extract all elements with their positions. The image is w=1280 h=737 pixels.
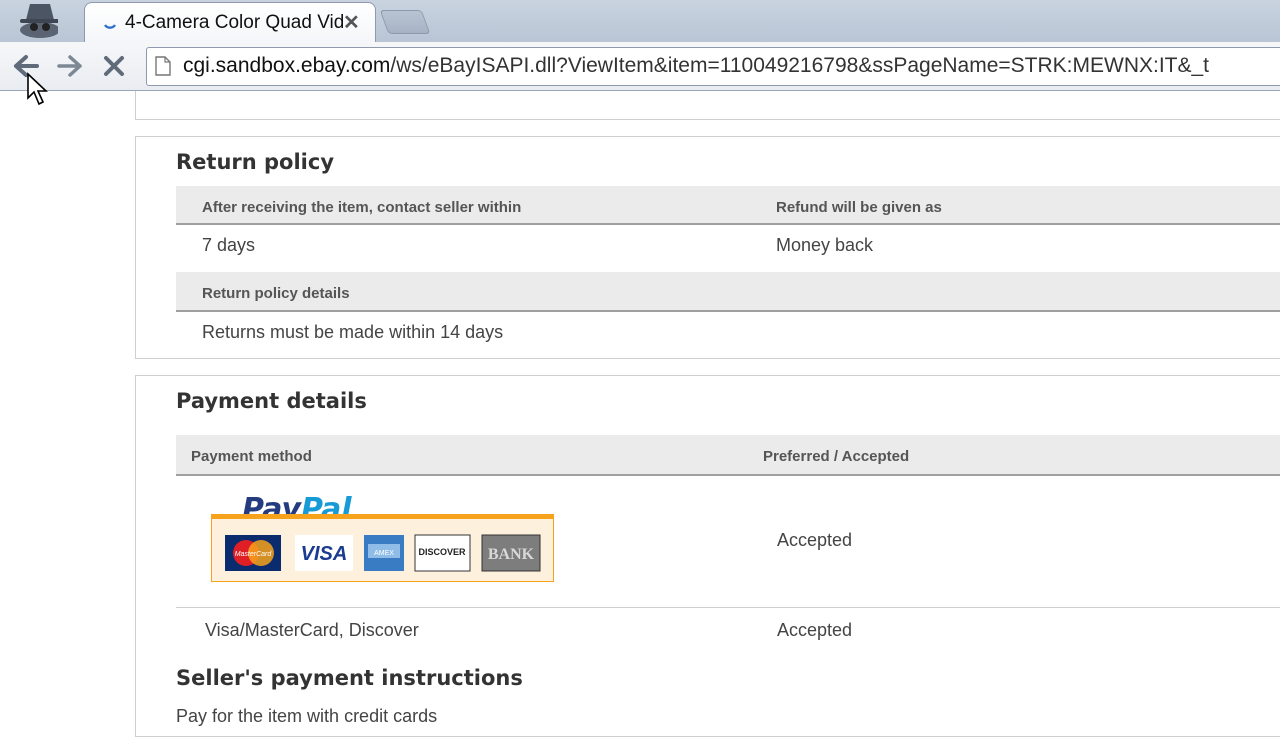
refund-as-header: Refund will be given as [776, 199, 942, 216]
browser-toolbar: cgi.sandbox.ebay.com/ws/eBayISAPI.dll?Vi… [0, 42, 1280, 91]
paypal-status: Accepted [777, 530, 853, 550]
svg-text:VISA: VISA [301, 543, 348, 565]
return-policy-header-row: After receiving the item, contact seller… [176, 186, 1280, 225]
forward-arrow-icon [57, 55, 82, 77]
return-details-header-row: Return policy details [176, 272, 1280, 312]
contact-within-header: After receiving the item, contact seller… [202, 199, 522, 216]
return-details-value: Returns must be made within 14 days [202, 322, 504, 342]
tab-strip: 4-Camera Color Quad Vid ✕ [0, 0, 1280, 43]
tab-close-icon[interactable]: ✕ [343, 10, 360, 35]
preferred-accepted-header: Preferred / Accepted [763, 448, 910, 465]
loading-spinner-icon [103, 15, 117, 29]
discover-icon: DISCOVER [414, 534, 471, 572]
mouse-cursor-icon [26, 72, 49, 110]
cards-method: Visa/MasterCard, Discover [205, 620, 419, 640]
return-policy-section: Return policy After receiving the item, … [135, 136, 1280, 359]
return-details-header: Return policy details [202, 285, 350, 302]
svg-text:AMEX: AMEX [374, 550, 394, 557]
tab-title: 4-Camera Color Quad Vid [125, 12, 343, 33]
svg-text:MasterCard: MasterCard [235, 551, 273, 558]
svg-text:DISCOVER: DISCOVER [418, 547, 466, 557]
amex-icon: AMEX [364, 535, 404, 571]
payment-instructions-title: Seller's payment instructions [176, 666, 523, 690]
visa-icon: VISA [295, 535, 353, 571]
previous-section-box [135, 91, 1280, 120]
forward-button[interactable] [52, 50, 88, 82]
url-host: cgi.sandbox.ebay.com [183, 54, 391, 77]
url-text[interactable]: cgi.sandbox.ebay.com/ws/eBayISAPI.dll?Vi… [183, 54, 1209, 78]
return-policy-title: Return policy [176, 150, 335, 174]
stop-x-icon [104, 56, 124, 76]
payment-details-title: Payment details [176, 389, 367, 413]
bank-icon: BANK [481, 534, 541, 572]
address-bar[interactable]: cgi.sandbox.ebay.com/ws/eBayISAPI.dll?Vi… [146, 47, 1280, 86]
page-icon [155, 56, 171, 76]
paypal-cards-banner: MasterCard VISA AMEX DISCOVER BANK [211, 514, 554, 582]
new-tab-button[interactable] [379, 10, 431, 34]
incognito-icon [8, 0, 60, 38]
svg-text:BANK: BANK [488, 546, 535, 563]
payment-header-row: Payment method Preferred / Accepted [176, 435, 1280, 476]
cards-status: Accepted [777, 620, 853, 640]
stop-button[interactable] [96, 50, 132, 82]
url-path: /ws/eBayISAPI.dll?ViewItem&item=11004921… [390, 54, 1210, 77]
payment-method-header: Payment method [191, 448, 312, 465]
contact-within-value: 7 days [202, 235, 256, 255]
browser-tab[interactable]: 4-Camera Color Quad Vid ✕ [84, 2, 376, 43]
mastercard-icon: MasterCard [225, 535, 281, 571]
payment-instructions-text: Pay for the item with credit cards [176, 706, 438, 726]
payment-details-section: Payment details Payment method Preferred… [135, 375, 1280, 737]
payment-row-divider [176, 607, 1280, 608]
refund-as-value: Money back [776, 235, 874, 255]
